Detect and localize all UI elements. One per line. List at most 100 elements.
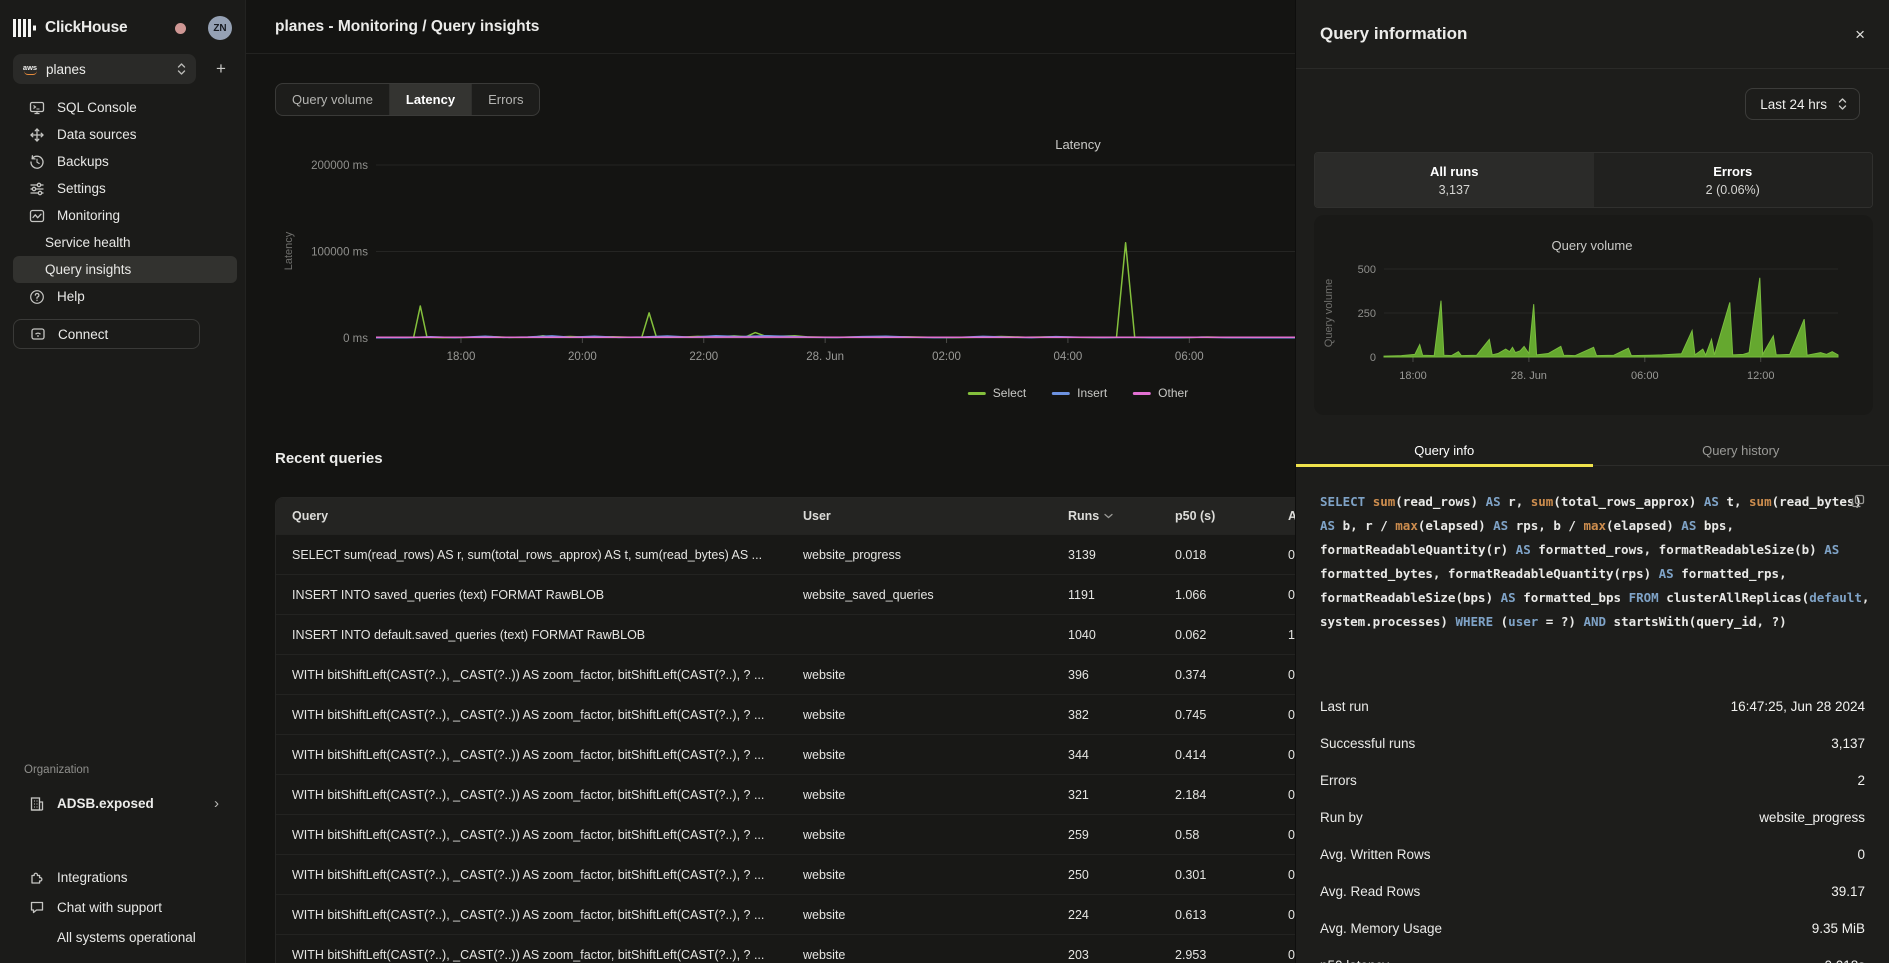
settings-icon xyxy=(29,181,45,197)
sidebar-footer-integrations[interactable]: Integrations xyxy=(13,862,237,892)
stat-value: 9.35 MiB xyxy=(1812,921,1865,936)
sidebar-footer-chat-with-support[interactable]: Chat with support xyxy=(13,892,237,922)
cell-p50: 0.062 xyxy=(1175,628,1288,642)
stat-row-run-by: Run bywebsite_progress xyxy=(1320,799,1865,836)
connect-icon xyxy=(30,326,46,342)
sidebar-item-label: Backups xyxy=(57,154,109,169)
cell-runs: 321 xyxy=(1068,788,1175,802)
tab-query-history[interactable]: Query history xyxy=(1593,435,1889,465)
cell-query: WITH bitShiftLeft(CAST(?..), _CAST(?..))… xyxy=(276,788,803,802)
tab-query-volume[interactable]: Query volume xyxy=(276,84,390,115)
service-selector[interactable]: aws planes xyxy=(13,54,196,84)
query-stats-list: Last run16:47:25, Jun 28 2024Successful … xyxy=(1320,688,1865,963)
stat-row-avg-read-rows: Avg. Read Rows39.17 xyxy=(1320,873,1865,910)
backups-icon xyxy=(29,154,45,170)
aws-icon: aws xyxy=(22,64,38,75)
stat-row-last-run: Last run16:47:25, Jun 28 2024 xyxy=(1320,688,1865,725)
organization-section-label: Organization xyxy=(24,764,89,776)
building-icon xyxy=(29,796,45,812)
svg-text:500: 500 xyxy=(1358,264,1376,276)
cell-p50: 0.414 xyxy=(1175,748,1288,762)
legend-item-select[interactable]: Select xyxy=(968,386,1026,400)
query-volume-chart: 025050018:0028. Jun06:0012:00Query volum… xyxy=(1314,215,1874,413)
cell-user: website_saved_queries xyxy=(803,588,1068,602)
stat-value: 0.018s xyxy=(1824,958,1865,963)
cell-runs: 259 xyxy=(1068,828,1175,842)
svg-text:22:00: 22:00 xyxy=(689,351,718,363)
logo-wordmark[interactable]: ClickHouse xyxy=(45,19,127,37)
sidebar-item-backups[interactable]: Backups xyxy=(13,148,237,175)
sidebar-item-settings[interactable]: Settings xyxy=(13,175,237,202)
sidebar-item-data-sources[interactable]: Data sources xyxy=(13,121,237,148)
chart-metric-tabs: Query volumeLatencyErrors xyxy=(275,83,540,116)
sidebar-item-label: Help xyxy=(57,289,85,304)
column-header-query[interactable]: Query xyxy=(276,509,803,523)
cell-runs: 203 xyxy=(1068,948,1175,962)
cell-p50: 0.301 xyxy=(1175,868,1288,882)
svg-text:Query volume: Query volume xyxy=(1323,279,1335,347)
organization-item[interactable]: ADSB.exposed › xyxy=(13,790,237,817)
cell-runs: 396 xyxy=(1068,668,1175,682)
sidebar-item-service-health[interactable]: Service health xyxy=(13,229,237,256)
cell-user: website xyxy=(803,908,1068,922)
tab-latency[interactable]: Latency xyxy=(390,84,472,115)
sidebar-item-label: Query insights xyxy=(45,262,131,277)
summary-tab-value: 3,137 xyxy=(1439,183,1470,197)
sidebar-footer: Integrations Chat with supportAll systems… xyxy=(0,862,245,952)
column-header-p50-s[interactable]: p50 (s) xyxy=(1175,509,1288,523)
cell-user: website_progress xyxy=(803,548,1068,562)
query-volume-card: 025050018:0028. Jun06:0012:00Query volum… xyxy=(1314,215,1873,415)
cell-query: WITH bitShiftLeft(CAST(?..), _CAST(?..))… xyxy=(276,948,803,962)
sidebar-item-label: Service health xyxy=(45,235,131,250)
tab-errors[interactable]: Errors xyxy=(472,84,539,115)
stat-row-avg-written-rows: Avg. Written Rows0 xyxy=(1320,836,1865,873)
chevron-updown-icon xyxy=(177,62,186,76)
summary-tab-errors[interactable]: Errors2 (0.06%) xyxy=(1594,153,1873,207)
sidebar-item-label: Data sources xyxy=(57,127,137,142)
copy-icon[interactable] xyxy=(1851,494,1865,508)
sidebar-item-monitoring[interactable]: Monitoring xyxy=(13,202,237,229)
cell-p50: 1.066 xyxy=(1175,588,1288,602)
notification-dot-icon[interactable] xyxy=(175,23,186,34)
query-information-panel: Query information × Last 24 hrs All runs… xyxy=(1295,0,1889,963)
svg-text:200000 ms: 200000 ms xyxy=(311,160,368,172)
cell-user: website xyxy=(803,788,1068,802)
clickhouse-logo-icon[interactable] xyxy=(13,18,37,38)
chart-legend: Select Insert Other xyxy=(968,386,1188,400)
sql-text: SELECT sum(read_rows) AS r, sum(total_ro… xyxy=(1320,490,1876,634)
cell-query: INSERT INTO saved_queries (text) FORMAT … xyxy=(276,588,803,602)
sql-block: SELECT sum(read_rows) AS r, sum(total_ro… xyxy=(1320,490,1876,634)
stat-value: 16:47:25, Jun 28 2024 xyxy=(1731,699,1865,714)
avatar[interactable]: ZN xyxy=(208,16,232,40)
stat-label: Errors xyxy=(1320,773,1357,788)
svg-text:0 ms: 0 ms xyxy=(343,333,368,345)
sidebar-item-sql-console[interactable]: SQL Console xyxy=(13,94,237,121)
status-dot-icon xyxy=(29,929,45,945)
svg-text:Query volume: Query volume xyxy=(1552,238,1633,253)
sidebar-item-query-insights[interactable]: Query insights xyxy=(13,256,237,283)
stat-value: 3,137 xyxy=(1831,736,1865,751)
stat-label: p50 latency xyxy=(1320,958,1389,963)
connect-button[interactable]: Connect xyxy=(13,319,200,349)
sidebar-item-help[interactable]: Help xyxy=(13,283,237,310)
column-header-user[interactable]: User xyxy=(803,509,1068,523)
svg-text:18:00: 18:00 xyxy=(1399,370,1427,382)
cell-p50: 0.745 xyxy=(1175,708,1288,722)
panel-title: Query information xyxy=(1320,24,1467,44)
sidebar-footer-all-systems-operational[interactable]: All systems operational xyxy=(13,922,237,952)
terminal-icon xyxy=(29,100,45,116)
cell-query: WITH bitShiftLeft(CAST(?..), _CAST(?..))… xyxy=(276,908,803,922)
legend-item-insert[interactable]: Insert xyxy=(1052,386,1107,400)
legend-swatch xyxy=(1052,392,1070,395)
summary-tab-all-runs[interactable]: All runs3,137 xyxy=(1315,153,1594,207)
legend-item-other[interactable]: Other xyxy=(1133,386,1188,400)
legend-label: Insert xyxy=(1077,386,1107,400)
column-header-runs[interactable]: Runs xyxy=(1068,509,1175,523)
time-range-select[interactable]: Last 24 hrs xyxy=(1745,88,1860,120)
cell-runs: 250 xyxy=(1068,868,1175,882)
close-icon[interactable]: × xyxy=(1855,26,1865,43)
tab-query-info[interactable]: Query info xyxy=(1296,435,1593,465)
stat-label: Avg. Read Rows xyxy=(1320,884,1420,899)
sidebar-footer-label: Integrations xyxy=(57,870,128,885)
add-service-button[interactable]: + xyxy=(210,59,232,79)
